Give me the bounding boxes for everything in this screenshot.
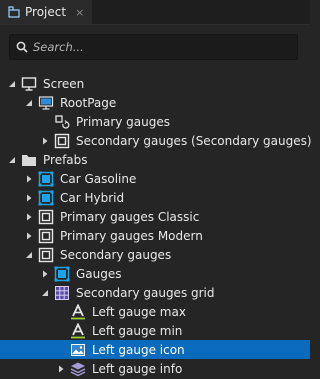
tree-node-label: Car Gasoline <box>60 171 137 186</box>
collapse-arrow-icon[interactable] <box>56 364 66 374</box>
tree-node[interactable]: Left gauge icon <box>0 340 310 359</box>
tree-node[interactable]: Gauges <box>0 264 310 283</box>
tree-node-label: Screen <box>43 76 85 91</box>
tree-node[interactable]: Primary gauges <box>0 112 310 131</box>
blue-node-icon <box>54 266 70 282</box>
state-machine-icon <box>54 114 70 130</box>
tree-node-label: Prefabs <box>43 152 88 167</box>
collapse-arrow-icon[interactable] <box>40 269 50 279</box>
search-icon <box>16 41 28 53</box>
node-icon <box>54 133 70 149</box>
layers-icon <box>70 361 86 377</box>
image-icon <box>70 342 86 358</box>
tree-node[interactable]: Secondary gauges grid <box>0 283 310 302</box>
tree-node-label: RootPage <box>60 95 117 110</box>
tree-node[interactable]: RootPage <box>0 93 310 112</box>
collapse-arrow-icon[interactable] <box>40 136 50 146</box>
tree-node[interactable]: Left gauge max <box>0 302 310 321</box>
tree-node-label: Left gauge min <box>92 323 183 338</box>
tree-node-label: Primary gauges Modern <box>60 228 203 243</box>
tree-node-label: Secondary gauges grid <box>76 285 215 300</box>
blue-node-icon <box>38 190 54 206</box>
tree-node-label: Gauges <box>76 266 122 281</box>
tree-node[interactable]: Prefabs <box>0 150 310 169</box>
page-icon <box>38 95 54 111</box>
tree-node-label: Secondary gauges <box>60 247 172 262</box>
tree-node-label: Left gauge icon <box>92 342 185 357</box>
tree-node-label: Left gauge info <box>92 361 183 376</box>
panel-titlebar: Project × <box>0 0 310 25</box>
text-block-icon <box>70 322 86 339</box>
expand-arrow-icon[interactable] <box>7 155 17 165</box>
expand-arrow-icon[interactable] <box>7 79 17 89</box>
tree-node[interactable]: Car Hybrid <box>0 188 310 207</box>
tree-node[interactable]: Left gauge info <box>0 359 310 378</box>
tree-node-label: Car Hybrid <box>60 190 125 205</box>
search-box[interactable] <box>9 34 298 60</box>
collapse-arrow-icon[interactable] <box>24 174 34 184</box>
tree-node[interactable]: Left gauge min <box>0 321 310 340</box>
tree-node[interactable]: Secondary gauges (Secondary gauges) <box>0 131 312 150</box>
panel-title: Project <box>25 5 67 19</box>
tree-node[interactable]: Car Gasoline <box>0 169 310 188</box>
tree-node[interactable]: Screen <box>0 74 310 93</box>
close-icon[interactable]: × <box>75 6 84 19</box>
collapse-arrow-icon[interactable] <box>24 212 34 222</box>
project-tab[interactable]: Project × <box>0 0 93 24</box>
grid-icon <box>54 285 70 301</box>
tree-node-label: Left gauge max <box>92 304 186 319</box>
screen-icon <box>21 76 37 92</box>
search-input[interactable] <box>33 40 283 54</box>
collapse-arrow-icon[interactable] <box>24 193 34 203</box>
tree-node-label: Secondary gauges (Secondary gauges) <box>76 133 312 148</box>
node-icon <box>38 228 54 244</box>
expand-arrow-icon[interactable] <box>24 98 34 108</box>
tree-node[interactable]: Primary gauges Modern <box>0 226 310 245</box>
tree-node-label: Primary gauges <box>76 114 171 129</box>
search-bar <box>0 25 310 69</box>
node-icon <box>38 247 54 263</box>
collapse-arrow-icon[interactable] <box>24 231 34 241</box>
tree-node-label: Primary gauges Classic <box>60 209 200 224</box>
text-block-icon <box>70 303 86 320</box>
expand-arrow-icon[interactable] <box>24 250 34 260</box>
tree-node[interactable]: Primary gauges Classic <box>0 207 310 226</box>
expand-arrow-icon[interactable] <box>40 288 50 298</box>
project-icon <box>7 6 20 19</box>
folder-icon <box>21 152 37 168</box>
project-tree: Screen RootPage Primary gauges Secondary ga… <box>0 74 312 378</box>
blue-node-icon <box>38 171 54 187</box>
tree-node[interactable]: Secondary gauges <box>0 245 310 264</box>
node-icon <box>38 209 54 225</box>
